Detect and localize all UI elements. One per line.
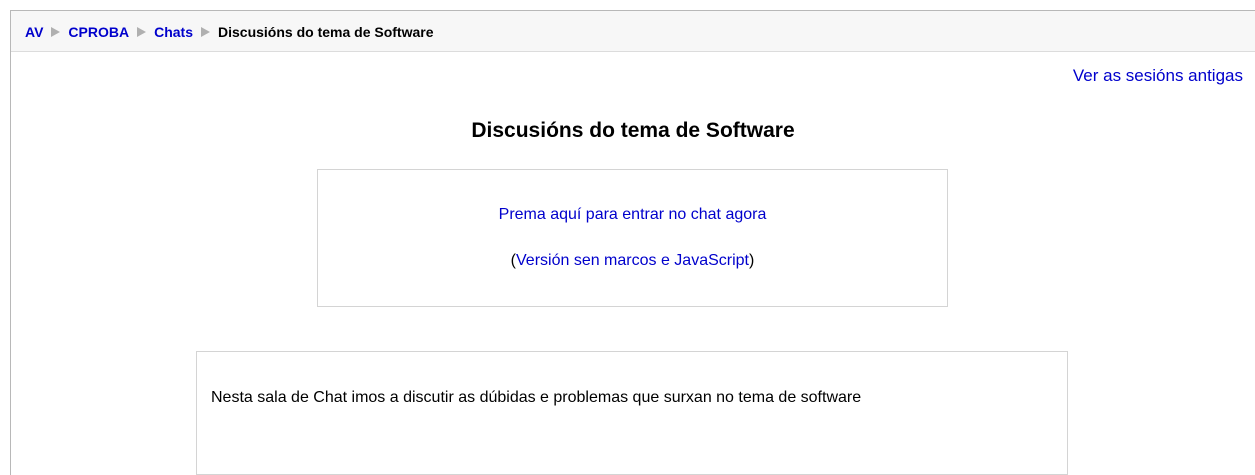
nojs-close-paren: ) [749,252,755,269]
breadcrumb: AV CPROBA Chats Discusións do tema de So… [25,24,434,40]
view-old-sessions-link[interactable]: Ver as sesións antigas [1073,66,1243,86]
breadcrumb-link-chats[interactable]: Chats [154,24,193,40]
chat-intro-text: Nesta sala de Chat imos a discutir as dú… [211,389,862,406]
breadcrumb-current: Discusións do tema de Software [218,24,434,40]
navbar: AV CPROBA Chats Discusións do tema de So… [11,11,1255,52]
page-frame: AV CPROBA Chats Discusións do tema de So… [10,10,1255,475]
chat-intro-box: Nesta sala de Chat imos a discutir as dú… [196,351,1068,475]
nojs-version-line: (Versión sen marcos e JavaScript) [318,252,947,270]
page-title: Discusións do tema de Software [471,119,795,142]
breadcrumb-link-av[interactable]: AV [25,24,43,40]
breadcrumb-separator-icon [201,27,210,37]
nojs-version-link[interactable]: Versión sen marcos e JavaScript [516,252,749,269]
breadcrumb-separator-icon [51,27,61,37]
enter-chat-link[interactable]: Prema aquí para entrar no chat agora [318,206,947,224]
enter-chat-box: Prema aquí para entrar no chat agora (Ve… [317,169,948,307]
breadcrumb-link-cproba[interactable]: CPROBA [68,24,129,40]
breadcrumb-separator-icon [137,27,147,37]
